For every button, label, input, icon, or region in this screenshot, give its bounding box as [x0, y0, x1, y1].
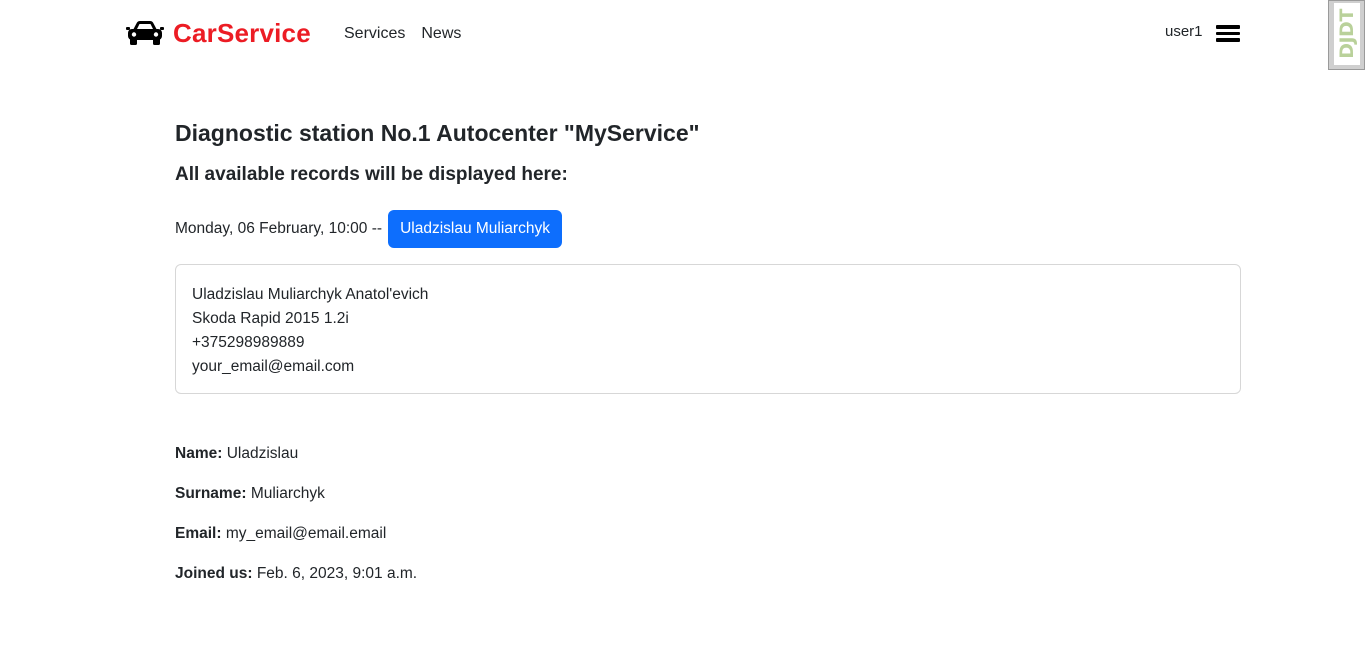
debug-toolbar-label-box: DJDT [1334, 3, 1360, 65]
brand-link[interactable]: CarService [126, 16, 311, 50]
client-phone: +375298989889 [192, 334, 305, 351]
navbar: CarService Services News user1 [0, 0, 1365, 66]
record-client-button[interactable]: Uladzislau Muliarchyk [388, 210, 562, 248]
profile-name-label: Name: [175, 445, 223, 462]
profile-email-label: Email: [175, 525, 222, 542]
page-title: Diagnostic station No.1 Autocenter "MySe… [175, 120, 700, 146]
profile-joined-label: Joined us: [175, 565, 253, 582]
brand-name: CarService [173, 18, 311, 48]
client-email: your_email@email.com [192, 358, 355, 375]
menu-bar-3 [1216, 38, 1240, 42]
profile-joined-value: Feb. 6, 2023, 9:01 a.m. [256, 565, 418, 582]
hamburger-menu-icon[interactable] [1216, 24, 1240, 42]
profile-surname-label: Surname: [175, 485, 247, 502]
profile-joined-row: Joined us: Feb. 6, 2023, 9:01 a.m. [175, 563, 417, 585]
record-details-card: Uladzislau Muliarchyk Anatol'evich Skoda… [175, 264, 1241, 394]
car-icon [126, 21, 164, 45]
nav-link-news[interactable]: News [421, 24, 461, 44]
record-row: Monday, 06 February, 10:00 -- Uladzislau… [175, 210, 562, 248]
debug-toolbar-handle[interactable]: DJDT [1328, 0, 1365, 70]
nav-links: Services News [344, 24, 461, 44]
record-datetime: Monday, 06 February, 10:00 -- [175, 220, 383, 237]
client-full-name: Uladzislau Muliarchyk Anatol'evich [192, 286, 429, 303]
menu-bar-1 [1216, 25, 1240, 29]
username-label: user1 [1165, 23, 1203, 40]
nav-link-services[interactable]: Services [344, 24, 405, 44]
page-subtitle: All available records will be displayed … [175, 164, 568, 185]
profile-name-row: Name: Uladzislau [175, 443, 298, 465]
profile-surname-row: Surname: Muliarchyk [175, 483, 325, 505]
profile-name-value: Uladzislau [226, 445, 299, 462]
profile-email-row: Email: my_email@email.email [175, 523, 386, 545]
profile-surname-value: Muliarchyk [250, 485, 325, 502]
debug-toolbar-label: DJDT [1336, 9, 1358, 59]
client-car: Skoda Rapid 2015 1.2i [192, 310, 349, 327]
menu-bar-2 [1216, 31, 1240, 35]
profile-email-value: my_email@email.email [225, 525, 387, 542]
